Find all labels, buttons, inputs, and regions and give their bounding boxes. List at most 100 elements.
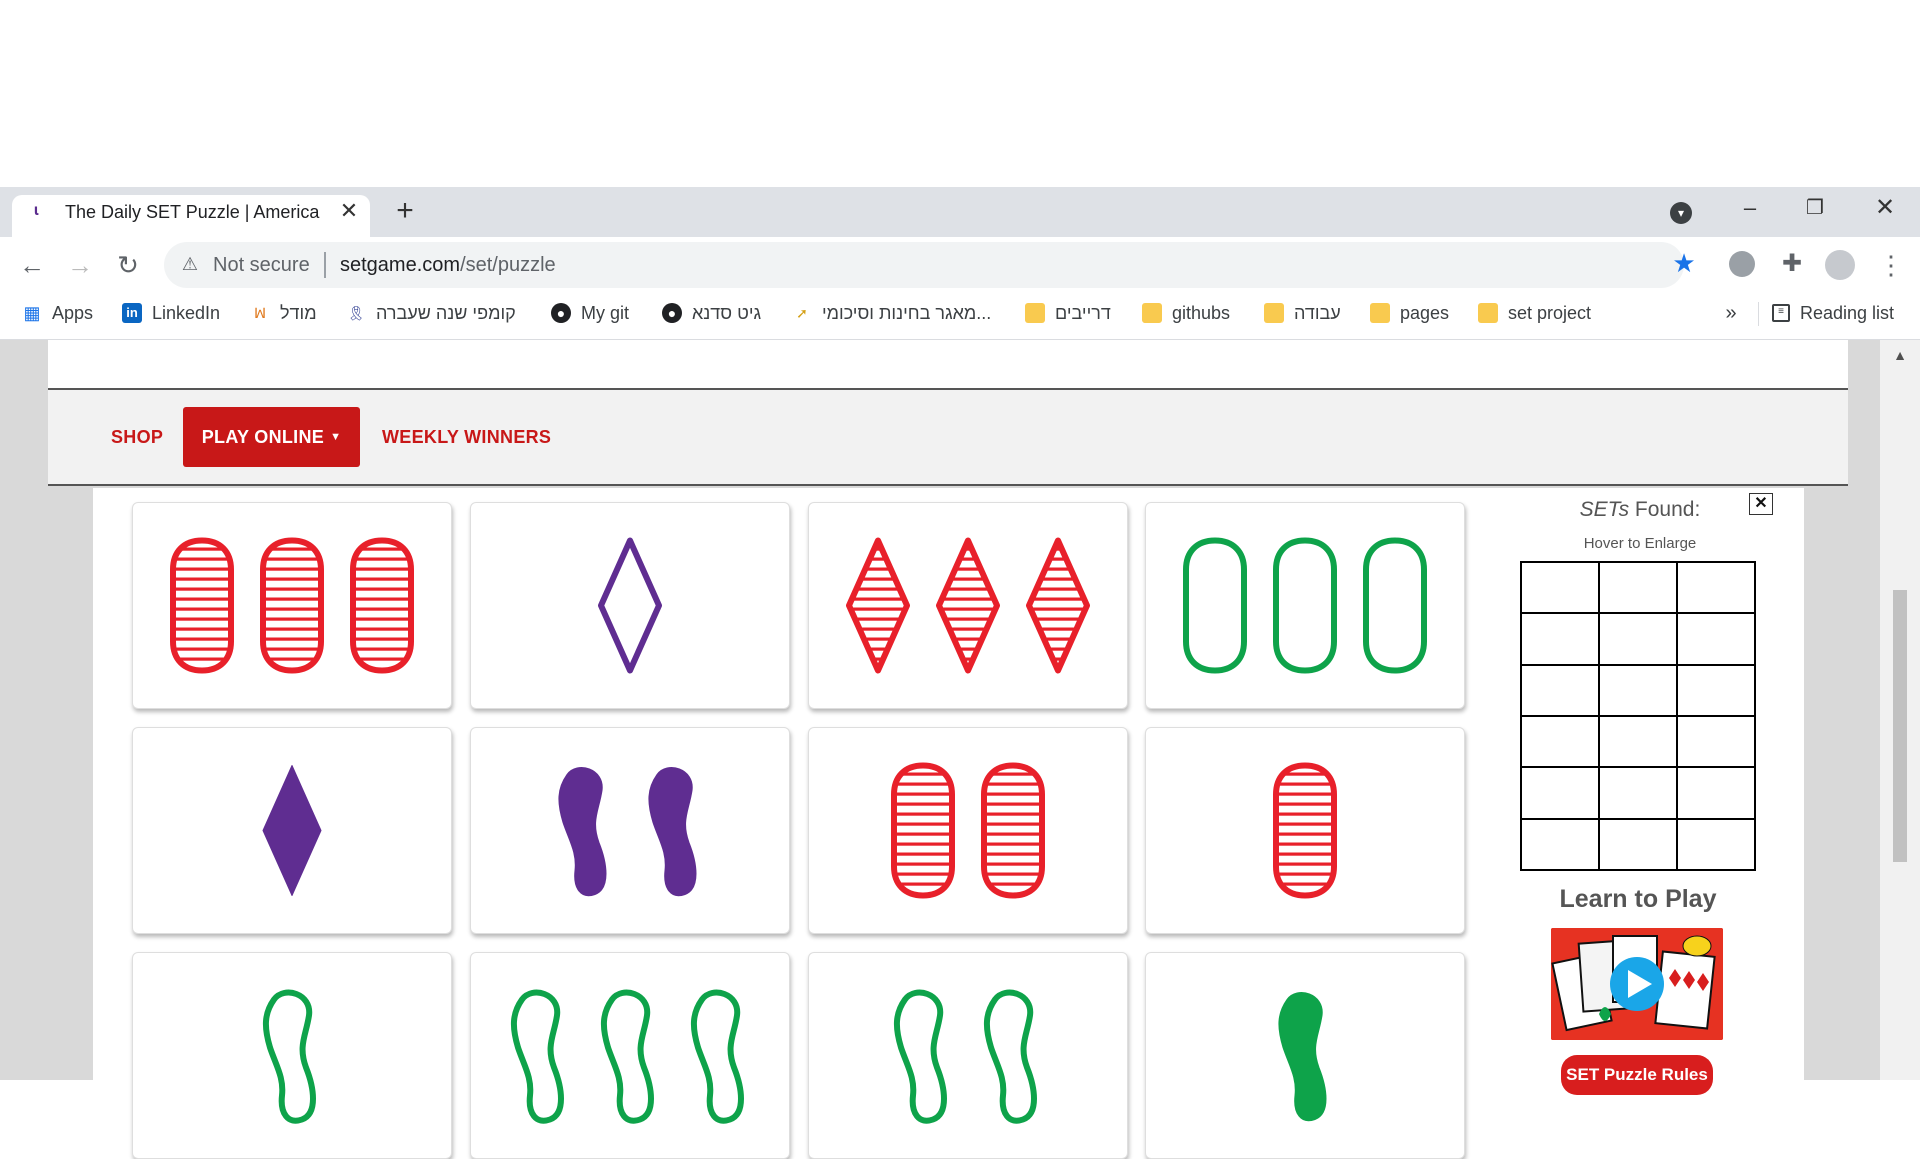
card[interactable]: [132, 502, 452, 709]
bookmarks-divider: [1758, 302, 1759, 326]
squiggle-symbol: [690, 989, 744, 1124]
card-art: [1183, 537, 1427, 674]
card[interactable]: [470, 502, 790, 709]
folder-icon: [1370, 303, 1390, 323]
url-path: /set/puzzle: [460, 254, 556, 276]
bookmark-setproject[interactable]: set project: [1478, 300, 1591, 326]
bookmark-label: קומפי שנה שעברה: [376, 302, 516, 323]
close-icon[interactable]: ✕: [1749, 493, 1773, 515]
nav-play-online-button[interactable]: PLAY ONLINE ▼: [183, 407, 360, 467]
card[interactable]: [1145, 502, 1465, 709]
found-slot[interactable]: [1521, 715, 1599, 768]
found-slot[interactable]: [1521, 562, 1599, 614]
forward-icon[interactable]: →: [65, 250, 95, 280]
card[interactable]: [470, 952, 790, 1159]
squiggle-symbol: [510, 989, 564, 1124]
nav-weekly-winners-link[interactable]: WEEKLY WINNERS: [382, 425, 551, 449]
oval-symbol: [1363, 537, 1427, 674]
card[interactable]: [132, 952, 452, 1159]
not-secure-label[interactable]: Not secure: [213, 253, 313, 277]
restore-icon[interactable]: ❐: [1800, 196, 1830, 220]
tab-title[interactable]: The Daily SET Puzzle | America's F: [65, 200, 320, 224]
bookmark-model[interactable]: ꟽ מודל: [250, 300, 317, 326]
found-slot[interactable]: [1521, 818, 1599, 870]
url-text[interactable]: setgame.com/set/puzzle: [340, 253, 740, 277]
diamond-symbol: [1026, 537, 1090, 674]
bookmark-kumpi[interactable]: 🎗 קומפי שנה שעברה: [346, 300, 516, 326]
found-slot[interactable]: [1599, 715, 1677, 768]
bookmark-star-icon[interactable]: ★: [1670, 249, 1698, 277]
oval-symbol: [170, 537, 234, 674]
squiggle-symbol: [1278, 992, 1327, 1122]
puzzle-extensions-icon[interactable]: ✚: [1778, 250, 1806, 278]
card-art: [262, 989, 316, 1124]
bookmark-drivers[interactable]: דרייבים: [1025, 300, 1111, 326]
nav-play-label: PLAY ONLINE: [201, 427, 325, 447]
reading-list[interactable]: ≡ Reading list: [1772, 300, 1894, 326]
bookmark-pages[interactable]: pages: [1370, 300, 1449, 326]
bookmark-label: דרייבים: [1055, 302, 1111, 323]
found-slot[interactable]: [1521, 664, 1599, 716]
found-slot[interactable]: [1677, 767, 1755, 819]
card-art: [262, 765, 322, 896]
found-slot[interactable]: [1677, 562, 1755, 614]
tab-close-icon[interactable]: ✕: [338, 198, 360, 224]
card[interactable]: [808, 727, 1128, 934]
bookmark-gitsadna[interactable]: ● גיט סדנא: [662, 300, 761, 326]
found-slot[interactable]: [1677, 818, 1755, 870]
warning-icon[interactable]: ⚠: [180, 254, 200, 274]
card[interactable]: [132, 727, 452, 934]
found-slot[interactable]: [1599, 664, 1677, 716]
found-slot[interactable]: [1677, 715, 1755, 768]
diamond-symbol: [936, 537, 1000, 674]
tab-search-icon[interactable]: ▾: [1670, 202, 1692, 224]
card-art: [846, 537, 1090, 674]
card[interactable]: [1145, 727, 1465, 934]
nav-shop-link[interactable]: SHOP: [111, 425, 163, 449]
window-close-icon[interactable]: ✕: [1870, 195, 1900, 221]
reload-icon[interactable]: ↻: [113, 250, 143, 280]
scrollbar-thumb[interactable]: [1893, 590, 1907, 862]
bookmark-mygit[interactable]: ● My git: [551, 300, 629, 326]
bookmark-label: מאגר בחינות וסיכומי...: [822, 302, 992, 323]
kebab-menu-icon[interactable]: ⋮: [1878, 250, 1904, 280]
found-slot[interactable]: [1677, 613, 1755, 665]
found-slot[interactable]: [1599, 562, 1677, 614]
squiggle-symbol: [262, 989, 316, 1124]
found-slot[interactable]: [1599, 818, 1677, 870]
reading-list-icon: ≡: [1772, 304, 1790, 322]
bookmark-label: pages: [1400, 302, 1450, 323]
scroll-up-icon[interactable]: ▲: [1890, 346, 1910, 364]
found-slot[interactable]: [1521, 767, 1599, 819]
card-art: [893, 989, 1037, 1124]
card[interactable]: [808, 952, 1128, 1159]
more-bookmarks-chevron-icon[interactable]: »: [1719, 300, 1743, 326]
hover-hint: Hover to Enlarge: [1583, 535, 1697, 552]
found-slot[interactable]: [1599, 767, 1677, 819]
bookmark-githubs[interactable]: githubs: [1142, 300, 1230, 326]
card[interactable]: [470, 727, 790, 934]
card[interactable]: [808, 502, 1128, 709]
bookmark-exams[interactable]: ➚ מאגר בחינות וסיכומי...: [792, 300, 991, 326]
folder-icon: [1025, 303, 1045, 323]
card[interactable]: [1145, 952, 1465, 1159]
minimize-icon[interactable]: –: [1735, 196, 1765, 220]
found-slot[interactable]: [1599, 613, 1677, 665]
profile-avatar-icon[interactable]: [1825, 250, 1855, 280]
bookmark-label: set project: [1508, 302, 1592, 323]
found-slot[interactable]: [1521, 613, 1599, 665]
extension-icon[interactable]: [1729, 251, 1755, 277]
found-slot[interactable]: [1677, 664, 1755, 716]
card-art: [1273, 762, 1337, 899]
back-icon[interactable]: ←: [17, 250, 47, 280]
sets-found-title: SETs Found:: [1540, 497, 1740, 523]
squiggle-symbol: [600, 989, 654, 1124]
bookmark-apps[interactable]: ▦ Apps: [22, 300, 93, 326]
new-tab-button[interactable]: +: [390, 196, 420, 226]
learn-to-play-heading: Learn to Play: [1559, 885, 1717, 913]
oval-symbol: [1273, 537, 1337, 674]
puzzle-rules-button[interactable]: SET Puzzle Rules: [1561, 1055, 1713, 1095]
bookmark-work[interactable]: עבודה: [1264, 300, 1341, 326]
learn-video-thumbnail[interactable]: [1551, 928, 1723, 1040]
bookmark-linkedin[interactable]: in LinkedIn: [122, 300, 220, 326]
